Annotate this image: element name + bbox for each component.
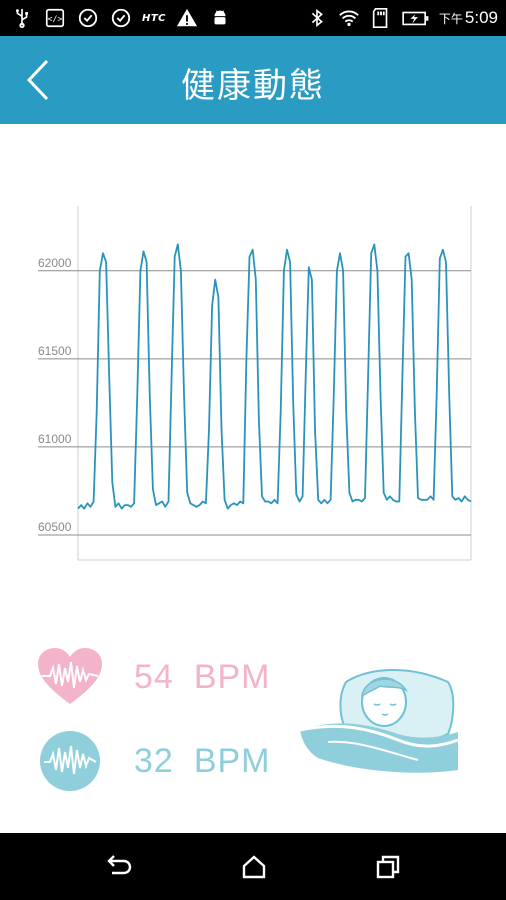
y-tick-label: 61500 (38, 344, 72, 358)
status-bar: </> HTC 下午 5:09 (0, 0, 506, 36)
navigation-bar (0, 833, 506, 900)
bluetooth-icon (305, 6, 329, 30)
back-icon (107, 855, 132, 875)
status-right-icons: 下午 5:09 (305, 6, 498, 30)
breathing-rate-row: 32 BPM (36, 730, 271, 792)
y-tick-label: 60500 (38, 520, 72, 534)
nav-home-button[interactable] (238, 851, 270, 883)
recents-icon (376, 855, 400, 879)
usb-icon (10, 6, 34, 30)
breathing-rate-unit: BPM (193, 741, 271, 780)
breathing-rate-number: 32 (134, 741, 174, 780)
status-left-icons: </> HTC (10, 6, 232, 30)
nav-back-button[interactable] (102, 851, 134, 883)
home-icon (242, 855, 266, 879)
time-period: 下午 (438, 12, 463, 26)
heart-pulse-icon (38, 648, 102, 704)
wifi-icon (337, 6, 361, 30)
breathing-wave-icon (40, 731, 100, 791)
svg-text:</>: </> (48, 14, 63, 24)
heart-rate-value: 54 BPM (134, 658, 271, 697)
time: 5:09 (464, 8, 498, 27)
clock: 下午 5:09 (439, 8, 498, 28)
sync-icon (76, 6, 100, 30)
signal-chart: 62000 61500 61000 60500 (0, 190, 506, 570)
y-tick-label: 61000 (38, 432, 72, 446)
sd-card-icon (369, 6, 393, 30)
page-title: 健康動態 (181, 66, 325, 106)
debug-icon: </> (43, 6, 67, 30)
line-chart: 62000 61500 61000 60500 (38, 206, 472, 561)
android-icon (208, 6, 232, 30)
nav-recents-button[interactable] (372, 851, 404, 883)
htc-logo: HTC (141, 12, 167, 24)
sync-icon (109, 6, 133, 30)
app-bar: 健康動態 (0, 36, 506, 124)
series-line (77, 243, 472, 510)
warning-icon (175, 6, 199, 30)
heart-rate-row: 54 BPM (36, 646, 271, 708)
sleeping-person-illustration (299, 668, 459, 773)
heart-rate-number: 54 (134, 657, 174, 696)
battery-charging-icon (401, 6, 431, 30)
heart-rate-unit: BPM (193, 657, 271, 696)
y-tick-label: 62000 (38, 256, 72, 270)
breathing-rate-value: 32 BPM (134, 742, 271, 781)
